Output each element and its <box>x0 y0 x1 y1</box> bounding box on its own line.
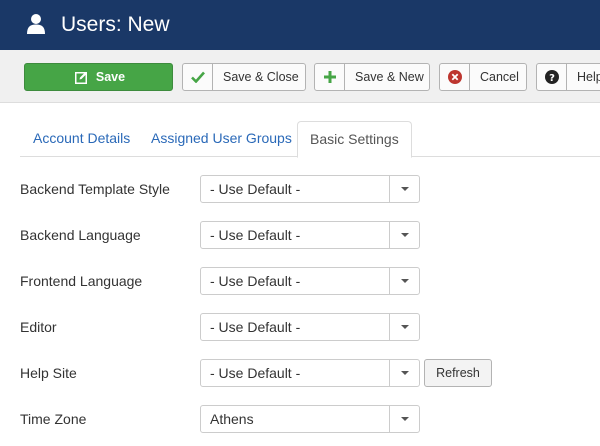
field-label: Backend Language <box>20 227 141 243</box>
tab-assigned-user-groups[interactable]: Assigned User Groups <box>139 121 304 157</box>
form-row-frontend-language: Frontend Language - Use Default - <box>20 267 600 295</box>
save-close-button[interactable]: Save & Close <box>182 63 306 91</box>
backend-template-style-select[interactable]: - Use Default - <box>200 175 420 203</box>
plus-icon <box>315 64 345 90</box>
editor-select[interactable]: - Use Default - <box>200 313 420 341</box>
select-value: Athens <box>210 411 254 427</box>
user-icon <box>27 14 45 34</box>
save-new-button[interactable]: Save & New <box>314 63 430 91</box>
select-value: - Use Default - <box>210 181 301 197</box>
check-icon <box>183 64 213 90</box>
help-site-select[interactable]: - Use Default - <box>200 359 420 387</box>
cancel-label: Cancel <box>480 70 519 84</box>
svg-text:?: ? <box>549 73 555 84</box>
cancel-button[interactable]: Cancel <box>439 63 527 91</box>
help-label: Help <box>577 70 600 84</box>
select-value: - Use Default - <box>210 273 301 289</box>
save-button[interactable]: Save <box>24 63 173 91</box>
tab-account-details[interactable]: Account Details <box>21 121 142 157</box>
time-zone-select[interactable]: Athens <box>200 405 420 433</box>
form-row-backend-template-style: Backend Template Style - Use Default - <box>20 175 600 203</box>
chevron-down-icon[interactable] <box>389 176 419 202</box>
question-icon: ? <box>537 64 567 90</box>
form-row-time-zone: Time Zone Athens <box>20 405 600 433</box>
header-bar: Users: New <box>0 0 600 50</box>
save-label: Save <box>95 70 126 84</box>
refresh-button[interactable]: Refresh <box>424 359 492 387</box>
select-value: - Use Default - <box>210 365 301 381</box>
edit-icon <box>72 64 92 90</box>
chevron-down-icon[interactable] <box>389 222 419 248</box>
field-label: Time Zone <box>20 411 87 427</box>
toolbar: Save Save & Close Save & New Cancel ? He… <box>0 50 600 103</box>
field-label: Editor <box>20 319 57 335</box>
field-label: Backend Template Style <box>20 181 170 197</box>
field-label: Help Site <box>20 365 77 381</box>
backend-language-select[interactable]: - Use Default - <box>200 221 420 249</box>
save-close-label: Save & Close <box>223 70 299 84</box>
tab-bar: Account Details Assigned User Groups Bas… <box>20 121 600 158</box>
tab-basic-settings[interactable]: Basic Settings <box>297 121 412 158</box>
select-value: - Use Default - <box>210 319 301 335</box>
chevron-down-icon[interactable] <box>389 406 419 432</box>
save-new-label: Save & New <box>355 70 424 84</box>
form-row-help-site: Help Site - Use Default - Refresh <box>20 359 600 387</box>
chevron-down-icon[interactable] <box>389 268 419 294</box>
select-value: - Use Default - <box>210 227 301 243</box>
help-button[interactable]: ? Help <box>536 63 600 91</box>
field-label: Frontend Language <box>20 273 143 289</box>
form-row-editor: Editor - Use Default - <box>20 313 600 341</box>
form-row-backend-language: Backend Language - Use Default - <box>20 221 600 249</box>
chevron-down-icon[interactable] <box>389 360 419 386</box>
frontend-language-select[interactable]: - Use Default - <box>200 267 420 295</box>
page-title: Users: New <box>61 13 170 36</box>
cancel-circle-icon <box>440 64 470 90</box>
chevron-down-icon[interactable] <box>389 314 419 340</box>
